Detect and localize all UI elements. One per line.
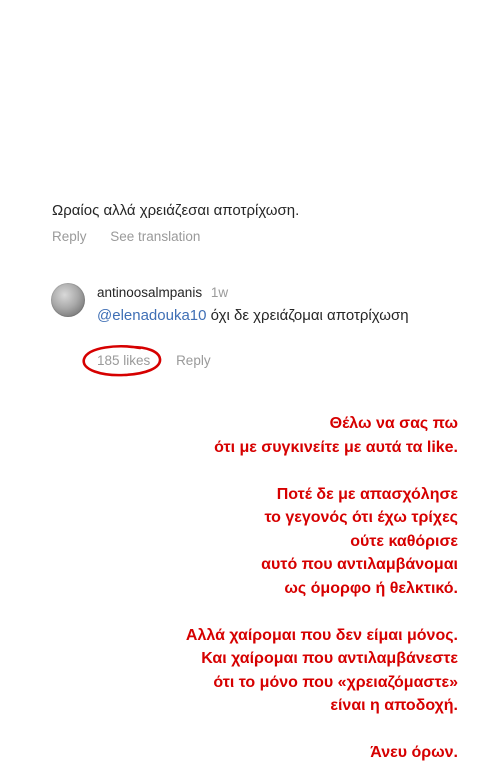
story-line: είναι η αποδοχή. — [330, 697, 458, 714]
story-line: Αλλά χαίρομαι που δεν είμαι μόνος. — [185, 626, 458, 644]
story-gap — [40, 600, 458, 624]
story-line: Θέλω να σας πω — [329, 415, 458, 432]
reply-comment: antinoosalmpanis 1w @elenadouka10 όχι δε… — [97, 285, 437, 327]
story-line: Άνευ όρων. — [370, 744, 458, 761]
story-line: ούτε καθόρισε — [350, 532, 458, 550]
mention-link[interactable]: @elenadouka10 — [97, 307, 206, 324]
story-line: ότι το μόνο που «χρειαζόμαστε» — [213, 673, 458, 691]
story-gap — [40, 718, 458, 742]
comment-text: Ωραίος αλλά χρειάζεσαι αποτρίχωση. — [52, 202, 300, 219]
story-line: ως όμορφο ή θελκτικό. — [284, 579, 458, 597]
username-link[interactable]: antinoosalmpanis — [97, 285, 202, 300]
avatar[interactable] — [51, 283, 85, 317]
timestamp: 1w — [210, 285, 229, 300]
story-gap — [40, 459, 458, 483]
story-line: ότι με συγκινείτε με αυτά τα like. — [214, 438, 458, 456]
instagram-comment-story: { "comment": { "text": "Ωραίος αλλά χρει… — [0, 0, 478, 778]
story-line: Ποτέ δε με απασχόλησε — [276, 485, 458, 503]
story-caption: Θέλω να σας πω ότι με συγκινείτε με αυτά … — [40, 412, 458, 765]
story-line: το γεγονός ότι έχω τρίχες — [264, 509, 458, 526]
comment-actions: Reply See translation — [52, 229, 200, 244]
reply-body-text: όχι δε χρειάζομαι αποτρίχωση — [206, 307, 409, 324]
story-line: αυτό που αντιλαμβάνομαι — [261, 556, 458, 573]
red-circle-annotation — [82, 345, 162, 377]
reply-button[interactable]: Reply — [52, 229, 87, 244]
reply-text: @elenadouka10 όχι δε χρειάζομαι αποτρίχω… — [97, 305, 437, 327]
story-line: Και χαίρομαι που αντιλαμβάνεστε — [201, 650, 458, 667]
reply-header: antinoosalmpanis 1w — [97, 285, 437, 300]
reply-to-reply-button[interactable]: Reply — [176, 353, 211, 368]
see-translation-button[interactable]: See translation — [110, 229, 200, 244]
